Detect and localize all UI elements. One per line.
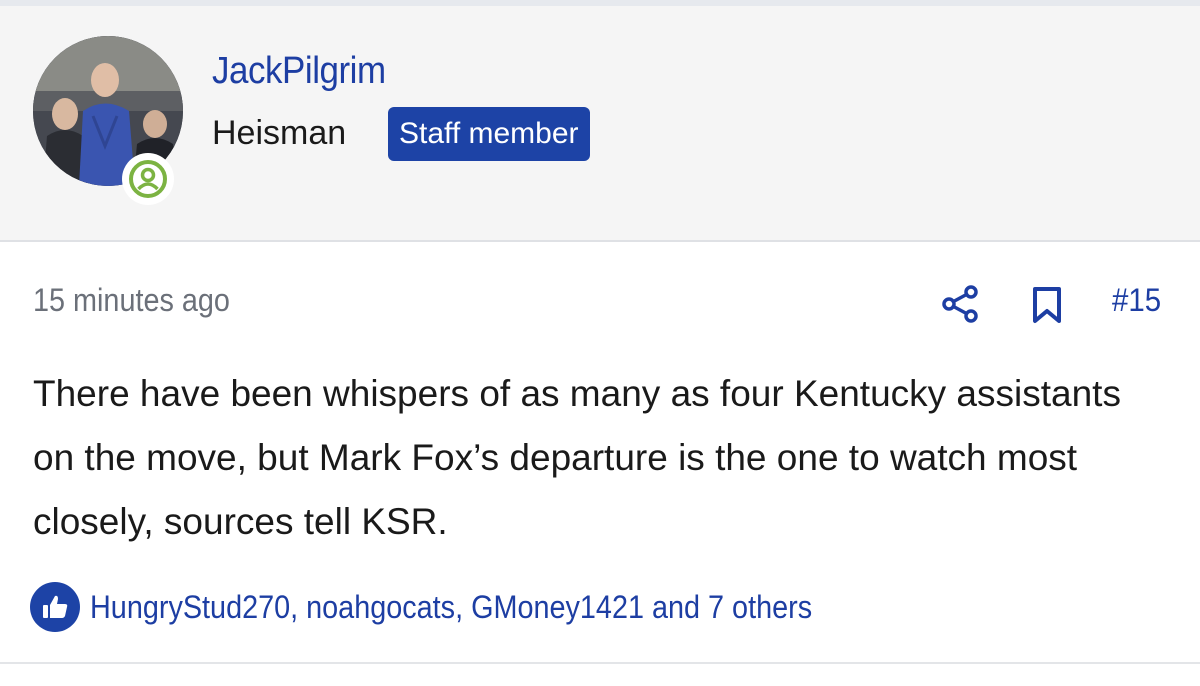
post-body: 15 minutes ago #15 There have been whisp… [0,242,1200,662]
post-user-header: JackPilgrim Heisman Staff member [0,6,1200,242]
share-icon[interactable] [940,284,980,324]
reactions-list-link[interactable]: HungryStud270, noahgocats, GMoney1421 an… [90,589,812,626]
bookmark-icon[interactable] [1030,286,1064,324]
post-message: There have been whispers of as many as f… [33,373,1121,542]
staff-member-badge: Staff member [388,107,590,161]
user-title: Heisman [212,114,347,152]
thumbs-up-icon [30,582,80,632]
post-divider [0,662,1200,664]
user-online-badge [122,153,174,205]
reactions-bar[interactable]: HungryStud270, noahgocats, GMoney1421 an… [30,580,892,634]
post-timestamp[interactable]: 15 minutes ago [33,282,230,319]
username-link[interactable]: JackPilgrim [212,50,386,93]
post-number-link[interactable]: #15 [1112,282,1161,319]
user-online-icon [129,160,167,198]
